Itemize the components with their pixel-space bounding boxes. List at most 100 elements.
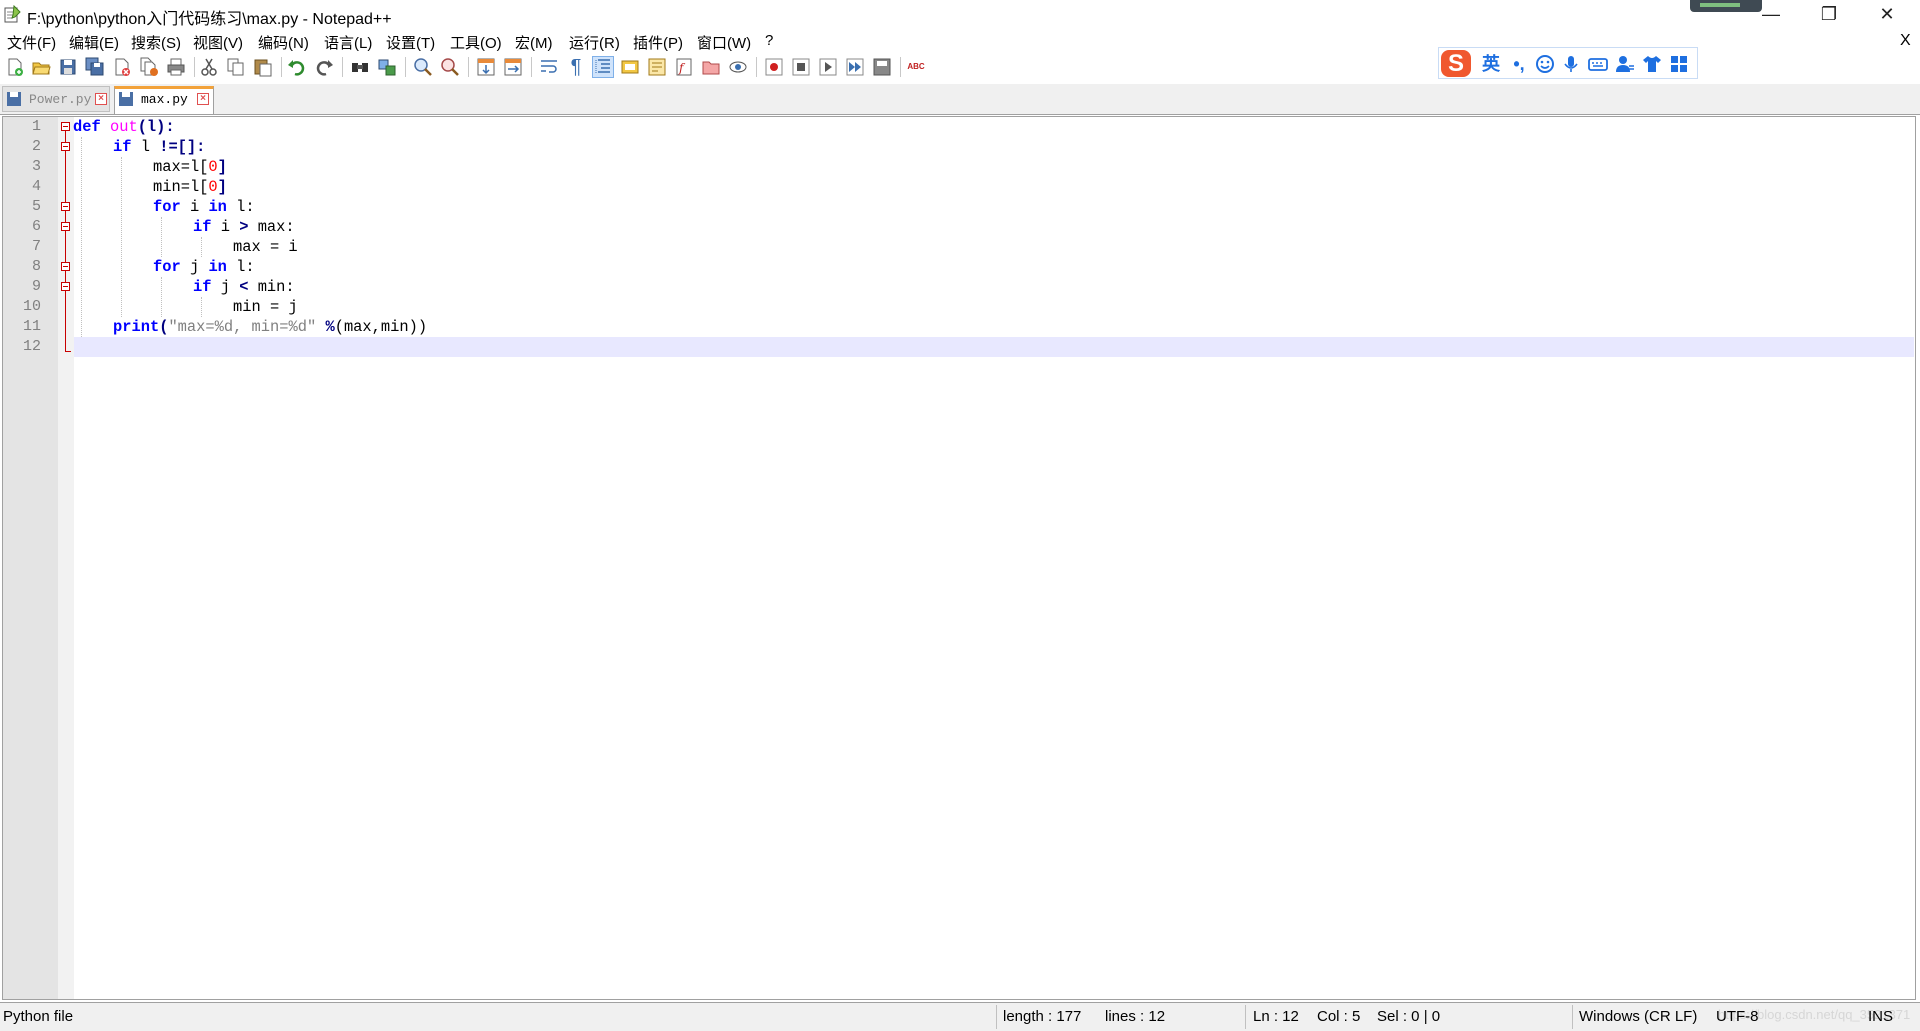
fold-toggle-icon[interactable] (61, 122, 70, 131)
record-macro-icon[interactable] (764, 57, 784, 77)
new-file-icon[interactable] (5, 57, 25, 77)
word-wrap-icon[interactable] (539, 57, 559, 77)
fold-toggle-icon[interactable] (61, 222, 70, 231)
menu-run[interactable]: 运行(R) (569, 32, 620, 53)
code-line-2: if l !=[]: (113, 138, 206, 156)
save-icon[interactable] (58, 57, 78, 77)
print-icon[interactable] (166, 57, 186, 77)
fold-margin (58, 117, 74, 999)
maximize-button[interactable]: ❐ (1806, 0, 1852, 28)
tab-max-py[interactable]: max.py × (114, 86, 214, 114)
menu-window[interactable]: 窗口(W) (697, 32, 751, 53)
run-macro-multiple-icon[interactable] (845, 57, 865, 77)
stop-macro-icon[interactable] (791, 57, 811, 77)
indent-guide (201, 297, 202, 317)
code-editor[interactable]: 1 2 3 4 5 6 7 8 9 10 11 12 def out(l): i… (2, 116, 1916, 1000)
status-column: Col : 5 (1317, 1008, 1361, 1025)
tab-bar: Power.py × max.py × (0, 84, 1920, 115)
notepadpp-app-icon[interactable] (3, 5, 21, 23)
saved-file-icon (7, 92, 21, 106)
menu-tools[interactable]: 工具(O) (450, 32, 502, 53)
code-line-7: max = i (233, 238, 298, 256)
status-eol[interactable]: Windows (CR LF) (1579, 1008, 1697, 1025)
menu-settings[interactable]: 设置(T) (386, 32, 435, 53)
find-icon[interactable] (350, 57, 370, 77)
sync-horizontal-icon[interactable] (503, 57, 523, 77)
user-icon[interactable] (1615, 54, 1635, 74)
menu-encoding[interactable]: 编码(N) (258, 32, 309, 53)
fold-toggle-icon[interactable] (61, 202, 70, 211)
fold-end (65, 351, 71, 352)
redo-icon[interactable] (314, 57, 334, 77)
status-selection: Sel : 0 | 0 (1377, 1008, 1441, 1025)
keyboard-icon[interactable] (1588, 54, 1608, 74)
status-insert-mode[interactable]: INS (1868, 1008, 1893, 1025)
code-line-6: if i > max: (193, 218, 295, 236)
folder-workspace-icon[interactable] (701, 57, 721, 77)
status-length: length : 177 (1003, 1008, 1082, 1025)
status-separator (996, 1005, 997, 1029)
toolbar-separator (756, 57, 757, 77)
status-line-number: Ln : 12 (1253, 1008, 1299, 1025)
menu-language[interactable]: 语言(L) (324, 32, 372, 53)
menu-edit[interactable]: 编辑(E) (69, 32, 119, 53)
function-list-icon[interactable]: f (674, 57, 694, 77)
menu-help[interactable]: ? (765, 32, 773, 49)
replace-icon[interactable] (377, 57, 397, 77)
open-file-icon[interactable] (31, 57, 51, 77)
toolbar-separator (900, 57, 901, 77)
menu-file[interactable]: 文件(F) (7, 32, 56, 53)
ime-mode-toggle[interactable]: 英 (1481, 54, 1501, 74)
fold-line (65, 131, 66, 351)
monitoring-icon[interactable] (728, 57, 748, 77)
tab-close-icon[interactable]: × (197, 93, 209, 105)
title-bar: F:\python\python入门代码练习\max.py - Notepad+… (0, 0, 1920, 28)
cut-icon[interactable] (199, 57, 219, 77)
menu-plugins[interactable]: 插件(P) (633, 32, 683, 53)
user-language-icon[interactable] (620, 57, 640, 77)
status-encoding[interactable]: UTF-8 (1716, 1008, 1759, 1025)
spell-check-icon[interactable]: ABC (906, 57, 926, 77)
close-window-button[interactable]: ✕ (1864, 0, 1910, 28)
close-all-icon[interactable] (139, 57, 159, 77)
line-number: 2 (31, 138, 41, 155)
play-macro-icon[interactable] (818, 57, 838, 77)
save-all-icon[interactable] (85, 57, 105, 77)
ime-punctuation-toggle[interactable]: •, (1509, 54, 1529, 74)
close-document-button[interactable]: X (1900, 32, 1911, 50)
paste-icon[interactable] (253, 57, 273, 77)
indent-guide (161, 277, 162, 317)
sogou-logo-icon[interactable]: S (1441, 50, 1471, 77)
copy-icon[interactable] (226, 57, 246, 77)
saved-file-icon (119, 92, 133, 106)
code-line-1: def out(l): (73, 118, 175, 136)
status-separator (1245, 1005, 1246, 1029)
tab-power-py[interactable]: Power.py × (2, 86, 110, 112)
apps-icon[interactable] (1669, 54, 1689, 74)
indent-guide-icon[interactable] (592, 56, 614, 78)
minimize-button[interactable]: — (1748, 0, 1794, 28)
skin-icon[interactable] (1642, 54, 1662, 74)
undo-icon[interactable] (287, 57, 307, 77)
sync-vertical-icon[interactable] (476, 57, 496, 77)
menu-view[interactable]: 视图(V) (193, 32, 243, 53)
line-number: 4 (31, 178, 41, 195)
zoom-out-icon[interactable] (440, 57, 460, 77)
zoom-in-icon[interactable] (413, 57, 433, 77)
emoji-icon[interactable] (1535, 54, 1555, 74)
close-icon[interactable] (112, 57, 132, 77)
toolbar-separator (468, 57, 469, 77)
indent-guide (81, 137, 82, 337)
toolbar-separator (281, 57, 282, 77)
menu-search[interactable]: 搜索(S) (131, 32, 181, 53)
fold-toggle-icon[interactable] (61, 282, 70, 291)
fold-toggle-icon[interactable] (61, 142, 70, 151)
line-number: 9 (31, 278, 41, 295)
show-all-chars-icon[interactable]: ¶ (566, 57, 586, 77)
mic-icon[interactable] (1561, 54, 1581, 74)
doc-map-icon[interactable] (647, 57, 667, 77)
menu-macro[interactable]: 宏(M) (515, 32, 553, 53)
tab-close-icon[interactable]: × (95, 93, 107, 105)
fold-toggle-icon[interactable] (61, 262, 70, 271)
save-macro-icon[interactable] (872, 57, 892, 77)
